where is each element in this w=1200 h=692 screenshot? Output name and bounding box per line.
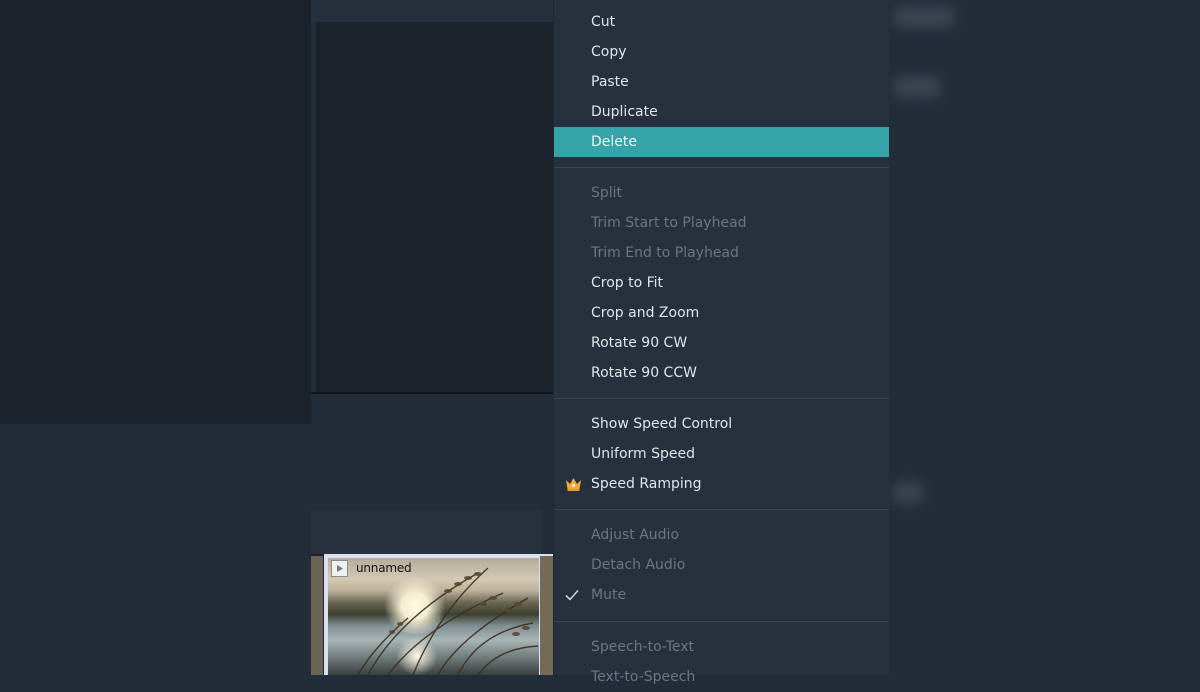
menu-item-text-to-speech[interactable]: Text-to-Speech [554, 662, 889, 692]
menu-item-label: Mute [591, 587, 627, 603]
panel-divider[interactable] [311, 392, 553, 394]
checkmark-icon [565, 589, 579, 601]
blurred-label [893, 482, 923, 504]
menu-item-rotate-cw[interactable]: Rotate 90 CW [554, 328, 889, 358]
menu-item-delete[interactable]: Delete [554, 127, 889, 157]
menu-item-adjust-audio[interactable]: Adjust Audio [554, 520, 889, 550]
menu-item-speech-to-text[interactable]: Speech-to-Text [554, 632, 889, 662]
menu-item-detach-audio[interactable]: Detach Audio [554, 550, 889, 580]
player-preview[interactable] [311, 22, 553, 393]
grass-stems [357, 567, 539, 675]
menu-separator [554, 509, 889, 510]
menu-item-label: Split [591, 185, 623, 201]
clip-thumbnail [328, 558, 539, 675]
timeline-toolbar [311, 510, 541, 554]
crown-icon [566, 478, 581, 491]
menu-item-crop-to-fit[interactable]: Crop to Fit [554, 268, 889, 298]
menu-item-label: Duplicate [591, 104, 658, 120]
menu-item-label: Adjust Audio [591, 527, 680, 543]
menu-item-label: Crop and Zoom [591, 305, 700, 321]
menu-item-label: Uniform Speed [591, 446, 695, 462]
clip-name: unnamed [356, 561, 412, 575]
menu-item-label: Cut [591, 14, 616, 30]
menu-item-label: Show Speed Control [591, 416, 733, 432]
menu-item-duplicate[interactable]: Duplicate [554, 97, 889, 127]
context-menu: Cut Copy Paste Duplicate Delete Split Tr… [553, 0, 889, 685]
menu-item-label: Text-to-Speech [591, 669, 696, 685]
menu-item-copy[interactable]: Copy [554, 37, 889, 67]
menu-item-trim-start[interactable]: Trim Start to Playhead [554, 208, 889, 238]
previous-clip[interactable] [311, 556, 323, 675]
menu-item-label: Copy [591, 44, 627, 60]
menu-item-crop-and-zoom[interactable]: Crop and Zoom [554, 298, 889, 328]
menu-item-label: Crop to Fit [591, 275, 664, 291]
menu-item-rotate-ccw[interactable]: Rotate 90 CCW [554, 358, 889, 388]
menu-item-label: Rotate 90 CW [591, 335, 688, 351]
preview-header [311, 0, 553, 22]
blurred-label [893, 76, 941, 98]
menu-item-label: Detach Audio [591, 557, 686, 573]
media-library-panel [0, 0, 311, 424]
menu-item-label: Speech-to-Text [591, 639, 695, 655]
menu-separator [554, 398, 889, 399]
preview-edge [311, 22, 316, 393]
menu-item-trim-end[interactable]: Trim End to Playhead [554, 238, 889, 268]
menu-item-split[interactable]: Split [554, 178, 889, 208]
menu-item-label: Trim End to Playhead [591, 245, 739, 261]
play-icon[interactable] [331, 560, 348, 577]
menu-separator [554, 167, 889, 168]
menu-item-uniform-speed[interactable]: Uniform Speed [554, 439, 889, 469]
menu-item-cut[interactable]: Cut [554, 7, 889, 37]
blurred-label [893, 6, 955, 28]
menu-item-paste[interactable]: Paste [554, 67, 889, 97]
menu-item-mute[interactable]: Mute [554, 580, 889, 610]
menu-item-speed-ramping[interactable]: Speed Ramping [554, 469, 889, 499]
menu-item-show-speed-control[interactable]: Show Speed Control [554, 409, 889, 439]
menu-separator [554, 621, 889, 622]
menu-item-label: Delete [591, 134, 637, 150]
menu-item-label: Paste [591, 74, 629, 90]
menu-item-label: Speed Ramping [591, 476, 702, 492]
menu-item-label: Rotate 90 CCW [591, 365, 697, 381]
next-clip[interactable] [540, 556, 553, 675]
menu-item-label: Trim Start to Playhead [591, 215, 747, 231]
